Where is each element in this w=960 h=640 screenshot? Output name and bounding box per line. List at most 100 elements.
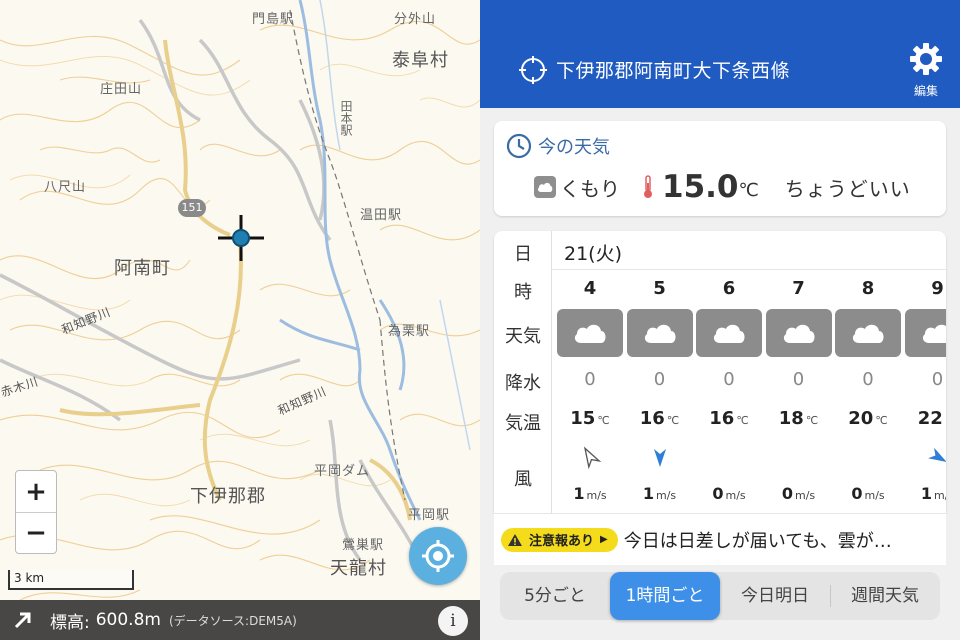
- forecast-precip: 0: [792, 369, 805, 390]
- forecast-temp-unit: ℃: [945, 414, 946, 427]
- expand-arrow-icon[interactable]: [12, 609, 34, 631]
- forecast-wind: 0 m/s: [833, 484, 903, 503]
- route-151-shield: 151: [178, 199, 206, 217]
- zoom-control: + −: [15, 470, 57, 554]
- forecast-wind-unit: m/s: [933, 489, 946, 502]
- row-label-day: 日: [514, 244, 532, 265]
- forecast-precip: 0: [862, 369, 874, 390]
- elevation-source: (データソース:DEM5A): [168, 613, 297, 628]
- edit-button[interactable]: 編集: [906, 42, 946, 99]
- forecast-hour: 8: [861, 278, 875, 299]
- row-label-temp: 気温: [505, 413, 541, 434]
- forecast-wind-unit: m/s: [586, 489, 607, 502]
- tab-today-tomorrow[interactable]: 今日明日: [720, 572, 830, 620]
- wind-direction-arrow-icon: [927, 447, 946, 462]
- forecast-temp-value: 22: [917, 408, 943, 429]
- row-label-hour: 時: [514, 282, 532, 303]
- map-scale-bar: 3 km: [8, 570, 134, 590]
- map-label-anan-town: 阿南町: [114, 258, 171, 279]
- forecast-precip: 0: [723, 369, 735, 390]
- forecast-wind-value: 0: [781, 484, 793, 503]
- edit-label: 編集: [913, 84, 938, 98]
- forecast-temp: 16 ℃: [694, 408, 764, 429]
- alert-text[interactable]: 今日は日差しが届いても、雲が…: [624, 527, 934, 553]
- location-crosshair-icon: [519, 56, 547, 84]
- forecast-hour: 9: [931, 278, 944, 299]
- tab-weekly[interactable]: 週間天気: [830, 572, 940, 620]
- forecast-wind: 0 m/s: [694, 484, 764, 503]
- cloudy-icon: [835, 309, 901, 357]
- cloudy-icon: [765, 309, 832, 357]
- warning-icon: [508, 533, 522, 546]
- forecast-hour: 6: [722, 278, 736, 299]
- alert-badge[interactable]: 注意報あり ▶: [501, 527, 618, 552]
- weather-panel: 下伊那郡阿南町大下条西條 編集 今の天気 くもり 15.0 ℃ ちょうどいい 日…: [480, 0, 960, 640]
- tab-5min[interactable]: 5分ごと: [500, 572, 610, 620]
- cloudy-icon: [557, 309, 623, 357]
- current-weather-card[interactable]: 今の天気 くもり 15.0 ℃ ちょうどいい: [494, 121, 946, 216]
- map-view[interactable]: 門島駅 分外山 泰阜村 庄田山 田本駅 八尺山 151 温田駅 阿南町 和知野川…: [0, 0, 480, 640]
- current-temperature: 15.0: [662, 169, 739, 205]
- forecast-wind-value: 1: [573, 484, 585, 503]
- forecast-hour: 5: [653, 278, 666, 299]
- map-label-bungayama: 分外山: [394, 12, 437, 27]
- forecast-wind: 1m/s: [625, 484, 695, 503]
- hourly-forecast-card[interactable]: 日 時 天気 降水 気温 風 21(火) 4 0 15 ℃ 1 m/s 5 0 16 ℃ 1 m/s 6…: [494, 231, 946, 513]
- wind-direction-arrow-icon: [583, 446, 602, 469]
- map-label-yasuoka-village: 泰阜村: [392, 50, 449, 71]
- forecast-row-labels: 日 時 天気 降水 気温 風: [494, 231, 552, 513]
- zoom-out-button[interactable]: −: [16, 512, 56, 553]
- location-name[interactable]: 下伊那郡阿南町大下条西條: [556, 56, 790, 83]
- thermometer-icon: [644, 175, 652, 198]
- cloudy-icon: [534, 176, 556, 198]
- map-label-hiraoka-dam: 平岡ダム: [314, 464, 371, 479]
- locate-target-icon: [422, 540, 454, 572]
- forecast-wind-unit: m/s: [725, 489, 746, 502]
- forecast-temp: 18 ℃: [764, 408, 834, 429]
- forecast-hour: 7: [792, 278, 805, 299]
- header: 下伊那郡阿南町大下条西條 編集: [480, 0, 960, 108]
- forecast-temp: 20 ℃: [833, 408, 903, 429]
- forecast-precip: 0: [584, 369, 596, 390]
- row-label-weather: 天気: [505, 326, 541, 347]
- forecast-wind: 1m/s: [555, 484, 625, 503]
- map-label-shodayama: 庄田山: [100, 82, 143, 97]
- forecast-wind-value: 0: [851, 484, 863, 503]
- forecast-wind-unit: m/s: [864, 489, 885, 502]
- tab-hourly[interactable]: 1時間ごと: [610, 572, 720, 620]
- forecast-temp-value: 18: [778, 408, 804, 429]
- forecast-date: 21(火): [564, 243, 623, 265]
- info-button[interactable]: i: [438, 606, 468, 636]
- gear-icon: [910, 43, 942, 75]
- chevron-right-icon: ▶: [600, 534, 608, 545]
- elevation-value: 600.8m: [95, 610, 161, 630]
- zoom-in-button[interactable]: +: [16, 471, 56, 512]
- forecast-temp-unit: ℃: [597, 414, 610, 427]
- forecast-tabs: 5分ごと 1時間ごと 今日明日 週間天気: [500, 572, 940, 620]
- elevation-bar: 標高: 600.8m (データソース:DEM5A) i: [0, 600, 480, 640]
- map-label-ushirojima-station: 鶯巣駅: [342, 538, 385, 553]
- cloudy-icon: [696, 309, 762, 357]
- forecast-wind-value: 0: [712, 484, 724, 503]
- date-divider: [552, 269, 946, 270]
- forecast-wind-unit: m/s: [794, 489, 816, 502]
- cloudy-icon: [904, 309, 946, 357]
- forecast-wind-unit: m/s: [655, 489, 677, 502]
- row-label-wind: 風: [514, 469, 532, 490]
- forecast-temp-unit: ℃: [666, 414, 680, 427]
- forecast-hour: 4: [583, 278, 597, 299]
- forecast-temp: 22℃: [903, 408, 946, 429]
- map-label-kadoshima-station: 門島駅: [252, 12, 295, 27]
- map-label-shimoina-district: 下伊那郡: [190, 486, 266, 507]
- alert-bar[interactable]: 注意報あり ▶ 今日は日差しが届いても、雲が…: [494, 513, 946, 565]
- forecast-temp: 15 ℃: [555, 408, 625, 429]
- forecast-wind-value: 1: [642, 484, 654, 503]
- current-weather-title-text: 今の天気: [538, 137, 610, 158]
- forecast-wind: 1m/s: [903, 484, 946, 503]
- forecast-temp-unit: ℃: [875, 414, 888, 427]
- forecast-wind: 0 m/s: [764, 484, 834, 503]
- map-label-yashakuyama: 八尺山: [44, 180, 87, 195]
- forecast-temp-value: 16: [639, 408, 665, 429]
- current-feel: ちょうどいい: [784, 176, 911, 201]
- current-location-button[interactable]: [409, 527, 467, 585]
